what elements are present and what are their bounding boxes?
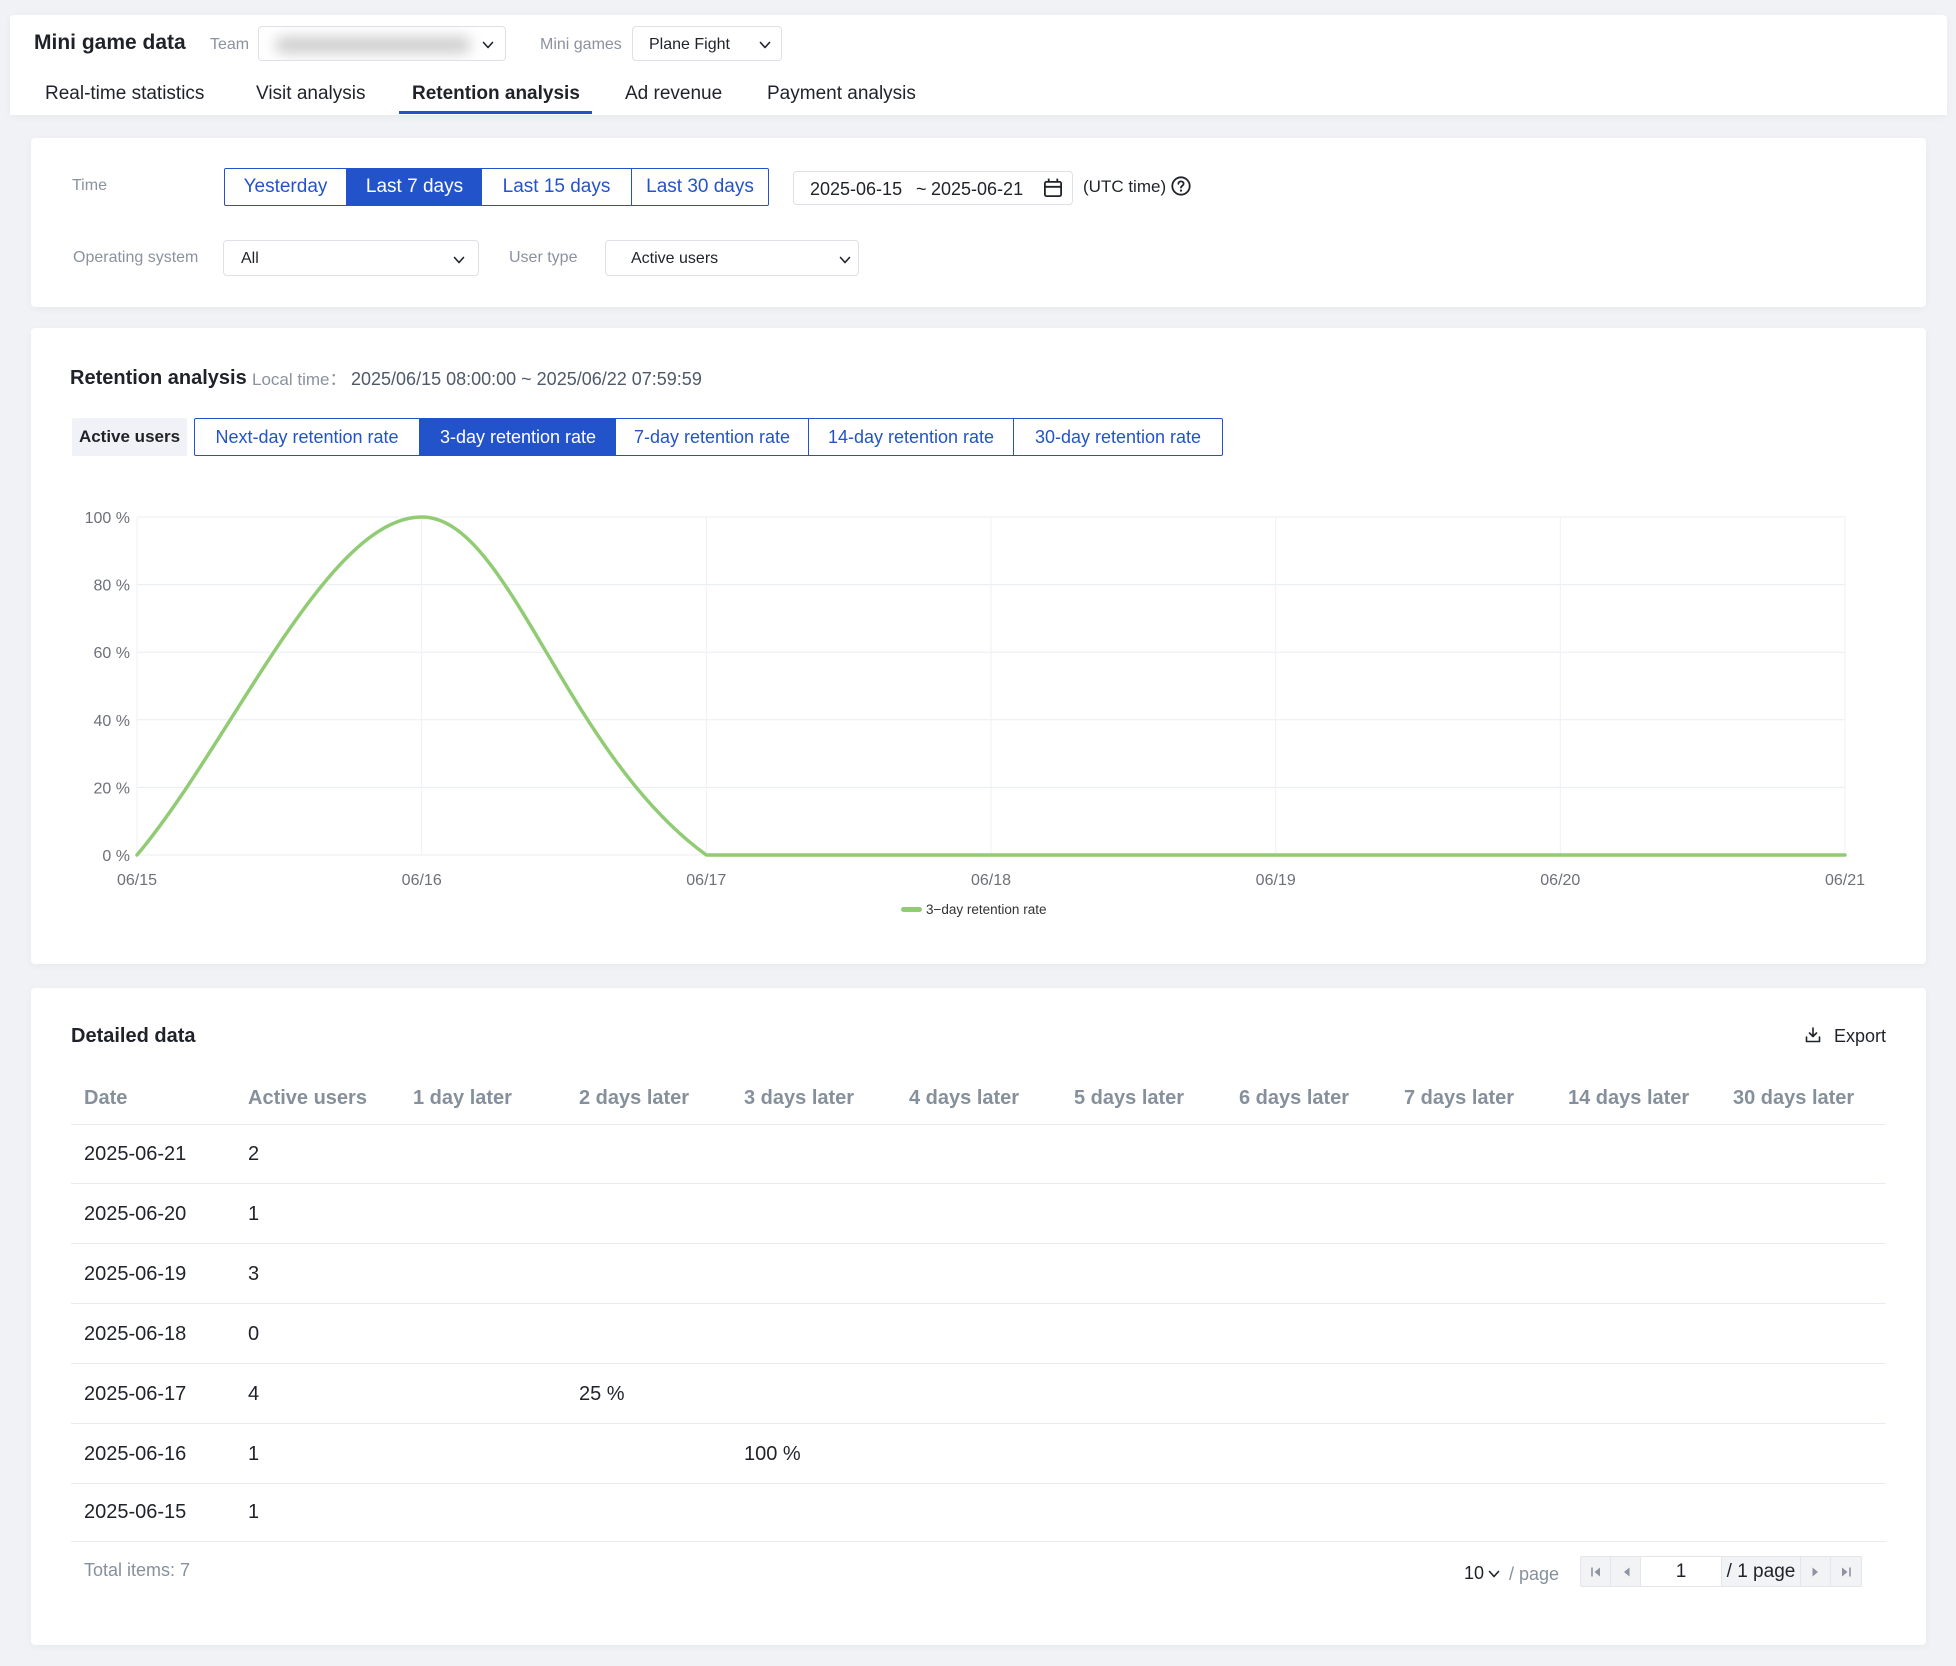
svg-text:06/16: 06/16 <box>402 872 442 889</box>
svg-text:06/18: 06/18 <box>971 872 1011 889</box>
svg-text:20 %: 20 % <box>94 780 130 797</box>
svg-text:06/20: 06/20 <box>1540 872 1580 889</box>
svg-text:0 %: 0 % <box>102 848 130 865</box>
svg-text:06/19: 06/19 <box>1256 872 1296 889</box>
svg-text:60 %: 60 % <box>94 645 130 662</box>
svg-text:3−day retention rate: 3−day retention rate <box>926 902 1046 917</box>
svg-text:80 %: 80 % <box>94 578 130 595</box>
svg-text:06/21: 06/21 <box>1825 872 1865 889</box>
svg-text:06/15: 06/15 <box>117 872 157 889</box>
svg-text:100 %: 100 % <box>85 510 130 527</box>
svg-text:06/17: 06/17 <box>686 872 726 889</box>
svg-text:40 %: 40 % <box>94 713 130 730</box>
